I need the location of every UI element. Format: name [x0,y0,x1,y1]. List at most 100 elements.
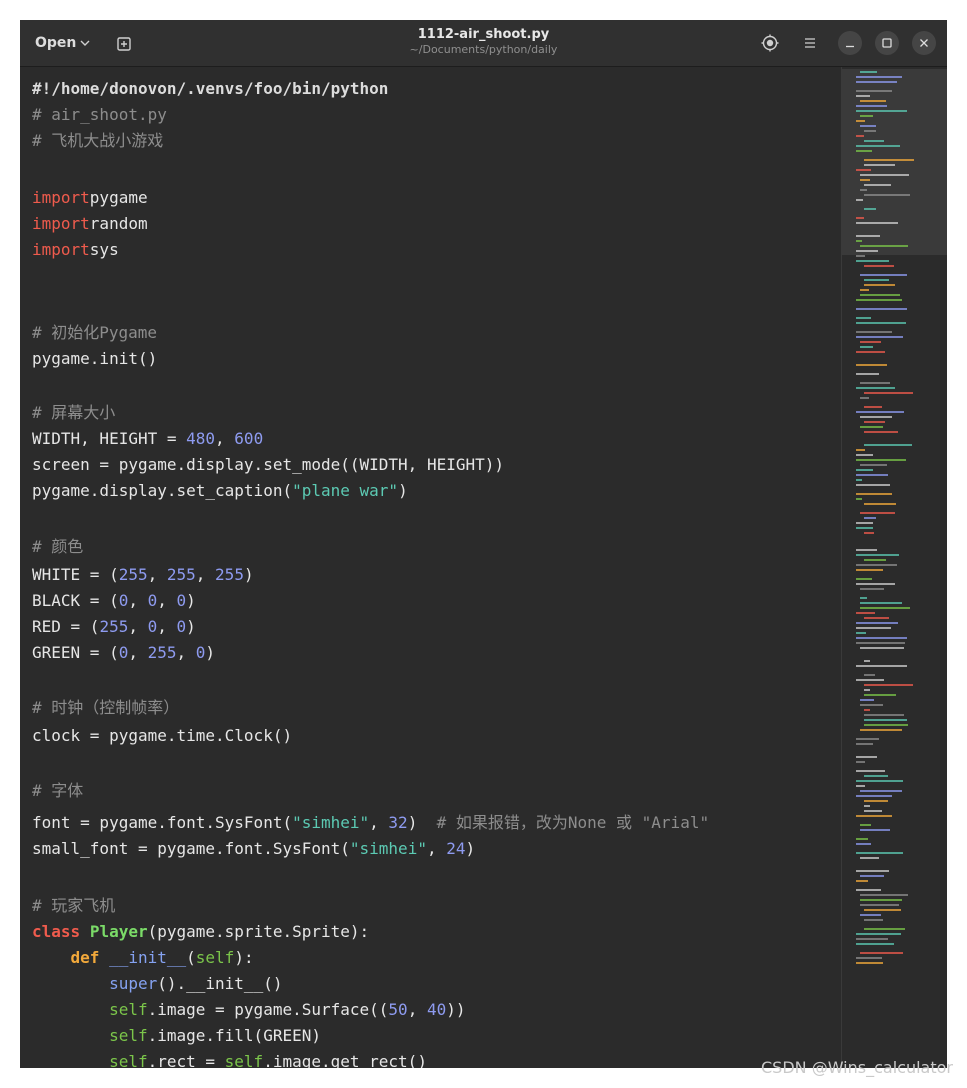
minimap-line [860,179,870,181]
code-token: "simhei" [349,839,427,858]
code-line[interactable]: # 飞机大战小游戏 [32,129,163,153]
code-line[interactable]: clock = pygame.time.Clock() [32,724,292,748]
code-token: # air_shoot.py [32,105,167,124]
minimize-button[interactable] [838,31,862,55]
code-token: GREEN = ( [32,643,119,662]
minimap-line [860,790,902,792]
minimap-line [856,217,864,219]
minimap-line [860,699,874,701]
code-token: , [407,1000,427,1019]
code-editor[interactable]: #!/home/donovon/.venvs/foo/bin/python # a… [20,67,841,1068]
close-button[interactable] [912,31,936,55]
code-token: # 玩家飞机 [32,896,116,915]
minimap-line [860,416,892,418]
code-line[interactable]: font = pygame.font.SysFont("simhei", 32)… [32,811,709,835]
code-token: ): [234,948,254,967]
minimap-line [856,637,907,639]
code-token: self [109,1026,148,1045]
minimap-line [856,95,870,97]
code-line[interactable]: importsys [32,238,119,262]
code-token: 40 [426,1000,447,1019]
code-line[interactable]: pygame.init() [32,347,157,371]
code-line[interactable]: self.image.fill(GREEN) [32,1024,321,1048]
minimap-line [856,627,891,629]
minimap-line [860,382,890,384]
code-line[interactable]: def __init__(self): [32,946,254,970]
code-token: "simhei" [292,813,370,832]
code-token: , [128,643,148,662]
minimap-line [856,336,903,338]
minimap-line [860,397,869,399]
minimap-line [860,346,873,348]
code-line[interactable]: # 时钟（控制帧率） [32,696,179,720]
minimap-line [864,909,901,911]
minimap-line [860,894,908,896]
code-line[interactable]: BLACK = (0, 0, 0) [32,589,196,613]
hamburger-menu-icon[interactable] [798,31,822,55]
code-token: 255 [215,565,244,584]
code-token: 255 [147,643,177,662]
close-icon [920,39,928,47]
minimap-line [856,364,887,366]
code-line[interactable]: WHITE = (255, 255, 255) [32,563,254,587]
minimap-line [860,125,876,127]
code-token: 255 [99,617,129,636]
code-line[interactable]: pygame.display.set_caption("plane war") [32,479,408,503]
code-line[interactable]: # 初始化Pygame [32,321,157,345]
minimap-line [856,90,892,92]
code-line[interactable]: WIDTH, HEIGHT = 480, 600 [32,427,263,451]
code-token: ( [186,948,196,967]
minimap[interactable] [841,67,947,1068]
minimap-line [856,240,862,242]
theme-icon[interactable] [758,31,782,55]
code-line[interactable]: # air_shoot.py [32,103,167,127]
minimap-line [860,245,908,247]
code-token: WIDTH, HEIGHT = [32,429,187,448]
minimap-line [856,493,892,495]
code-line[interactable]: # 颜色 [32,535,83,559]
code-line[interactable]: RED = (255, 0, 0) [32,615,196,639]
minimap-line [856,474,888,476]
minimap-line [856,761,865,763]
code-token: import [32,214,90,233]
code-line[interactable]: class Player(pygame.sprite.Sprite): [32,920,369,944]
minimap-line [864,810,882,812]
code-token: ) [243,565,254,584]
code-line[interactable]: screen = pygame.display.set_mode((WIDTH,… [32,453,504,477]
minimap-line [856,299,902,301]
code-token: WHITE = ( [32,565,119,584]
code-token: ) [186,591,196,610]
code-token: small_font = pygame.font.SysFont( [32,839,350,858]
minimap-line [864,800,888,802]
code-line[interactable]: importpygame [32,186,148,210]
code-token: )) [446,1000,466,1019]
code-token: self [195,948,235,967]
code-line[interactable]: # 字体 [32,779,83,803]
code-token: ) [186,617,196,636]
code-line[interactable]: #!/home/donovon/.venvs/foo/bin/python [32,77,388,101]
minimap-line [856,235,880,237]
code-line[interactable]: self.image = pygame.Surface((50, 40)) [32,998,465,1022]
maximize-button[interactable] [875,31,899,55]
minimap-line [864,684,913,686]
code-line[interactable]: importrandom [32,212,148,236]
minimap-line [864,689,870,691]
code-line[interactable]: super().__init__() [32,972,282,996]
code-line[interactable]: self.rect = self.image.get_rect() [32,1050,427,1068]
minimap-line [864,503,896,505]
code-line[interactable]: # 玩家飞机 [32,894,115,918]
code-line[interactable]: small_font = pygame.font.SysFont("simhei… [32,837,475,861]
minimap-line [856,938,888,940]
code-line[interactable]: GREEN = (0, 255, 0) [32,641,215,665]
minimap-line [856,469,873,471]
code-token: font = pygame.font.SysFont( [32,813,293,832]
code-token: __init__ [109,948,187,967]
minimap-line [860,602,902,604]
minimap-line [856,578,872,580]
minimap-line [864,159,914,161]
minimap-line [856,843,871,845]
code-token: "plane war" [292,481,399,500]
code-line[interactable]: # 屏幕大小 [32,401,115,425]
minimap-line [864,164,895,166]
code-token: 50 [388,1000,408,1019]
